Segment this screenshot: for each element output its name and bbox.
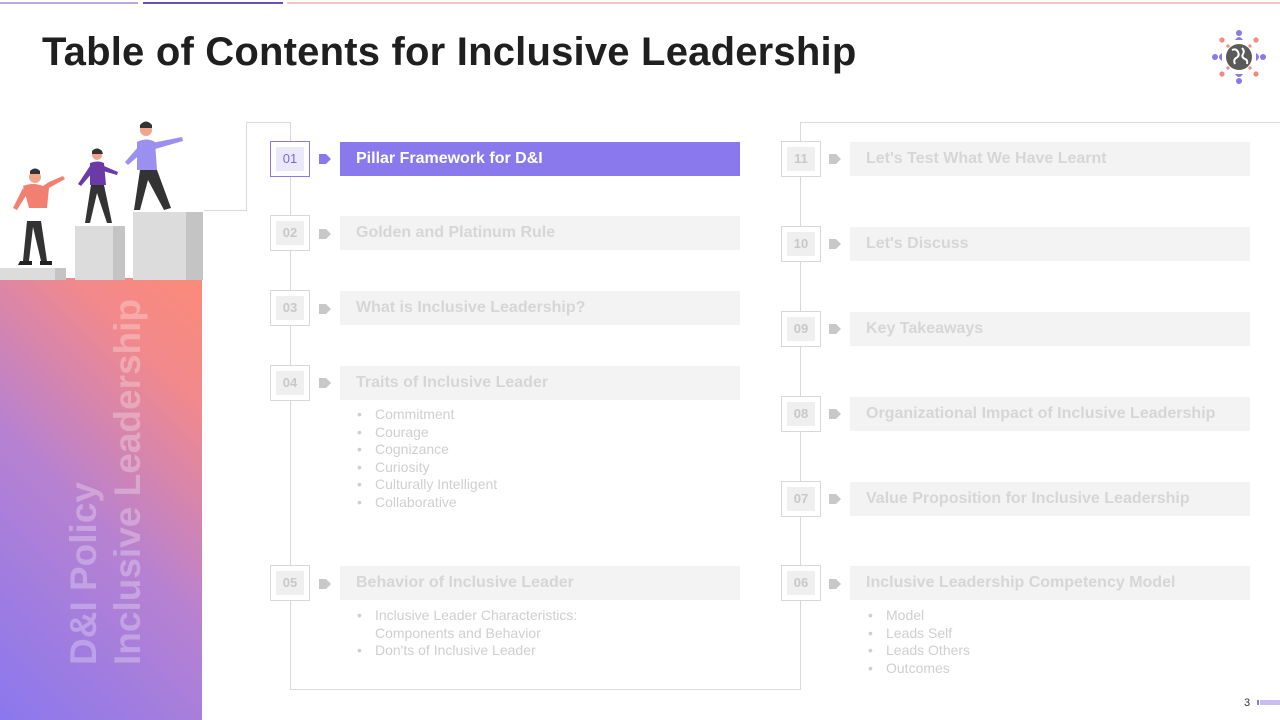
toc-item-golden-rule[interactable]: Golden and Platinum Rule: [340, 216, 740, 250]
toc-item-competency-model[interactable]: Inclusive Leadership Competency Model: [850, 566, 1250, 600]
list-item[interactable]: Collaborative: [355, 494, 497, 512]
behavior-subitem-list: Inclusive Leader Characteristics: Compon…: [355, 607, 577, 660]
toc-number-06[interactable]: 06: [781, 565, 821, 601]
toc-item-behavior[interactable]: Behavior of Inclusive Leader: [340, 566, 740, 600]
toc-number-05[interactable]: 05: [270, 565, 310, 601]
list-item[interactable]: Leads Self: [866, 625, 970, 643]
toc-number-02[interactable]: 02: [270, 215, 310, 251]
pointer-arrow-icon: [829, 324, 841, 334]
toc-number-01[interactable]: 01: [270, 141, 310, 177]
pointer-arrow-icon: [319, 229, 331, 239]
list-item[interactable]: Outcomes: [866, 660, 970, 678]
connector-line: [800, 122, 1280, 123]
pointer-arrow-icon: [829, 409, 841, 419]
top-accent-line-1: [0, 2, 138, 4]
list-item[interactable]: Culturally Intelligent: [355, 476, 497, 494]
pointer-arrow-icon: [829, 154, 841, 164]
pointer-arrow-icon: [829, 494, 841, 504]
top-accent-line-2: [143, 2, 283, 4]
connector-line: [290, 689, 801, 690]
toc-number-03[interactable]: 03: [270, 290, 310, 326]
pointer-arrow-icon: [319, 378, 331, 388]
pointer-arrow-icon: [319, 154, 331, 164]
toc-number-11[interactable]: 11: [781, 141, 821, 177]
page-indicator-bar: [1257, 700, 1280, 705]
pointer-arrow-icon: [319, 304, 331, 314]
side-panel-line-1: D&I Policy: [63, 482, 104, 665]
toc-item-traits[interactable]: Traits of Inclusive Leader: [340, 366, 740, 400]
list-item[interactable]: Model: [866, 607, 970, 625]
toc-item-key-takeaways[interactable]: Key Takeaways: [850, 312, 1250, 346]
climbing-team-illustration: [0, 121, 203, 280]
toc-item-lets-test[interactable]: Let's Test What We Have Learnt: [850, 142, 1250, 176]
list-item-continuation[interactable]: Components and Behavior: [355, 625, 577, 643]
connector-line: [290, 122, 291, 690]
toc-number-08[interactable]: 08: [781, 396, 821, 432]
toc-number-04[interactable]: 04: [270, 365, 310, 401]
competency-subitem-list: Model Leads Self Leads Others Outcomes: [866, 607, 970, 677]
toc-item-value-proposition[interactable]: Value Proposition for Inclusive Leadersh…: [850, 482, 1250, 516]
toc-item-pillar-framework[interactable]: Pillar Framework for D&I: [340, 142, 740, 176]
list-item[interactable]: Don'ts of Inclusive Leader: [355, 642, 577, 660]
toc-number-07[interactable]: 07: [781, 481, 821, 517]
pointer-arrow-icon: [829, 579, 841, 589]
pointer-arrow-icon: [829, 239, 841, 249]
globe-people-icon: [1212, 30, 1266, 84]
toc-item-organizational-impact[interactable]: Organizational Impact of Inclusive Leade…: [850, 397, 1250, 431]
list-item[interactable]: Inclusive Leader Characteristics:: [355, 607, 577, 625]
list-item[interactable]: Curiosity: [355, 459, 497, 477]
connector-line: [246, 122, 247, 211]
pointer-arrow-icon: [319, 579, 331, 589]
page-number: 3: [1244, 697, 1251, 709]
connector-line: [204, 210, 247, 211]
side-panel-line-2: Inclusive Leadership: [107, 298, 148, 665]
toc-number-09[interactable]: 09: [781, 311, 821, 347]
top-accent-line-3: [287, 2, 1280, 4]
list-item[interactable]: Leads Others: [866, 642, 970, 660]
side-panel-vertical-text: D&I Policy Inclusive Leadership: [62, 299, 150, 665]
traits-subitem-list: Commitment Courage Cognizance Curiosity …: [355, 406, 497, 512]
list-item[interactable]: Cognizance: [355, 441, 497, 459]
list-item[interactable]: Courage: [355, 424, 497, 442]
connector-line: [246, 122, 291, 123]
toc-item-lets-discuss[interactable]: Let's Discuss: [850, 227, 1250, 261]
page-title: Table of Contents for Inclusive Leadersh…: [42, 30, 857, 74]
list-item[interactable]: Commitment: [355, 406, 497, 424]
toc-number-10[interactable]: 10: [781, 226, 821, 262]
toc-item-what-is-inclusive-leadership[interactable]: What is Inclusive Leadership?: [340, 291, 740, 325]
